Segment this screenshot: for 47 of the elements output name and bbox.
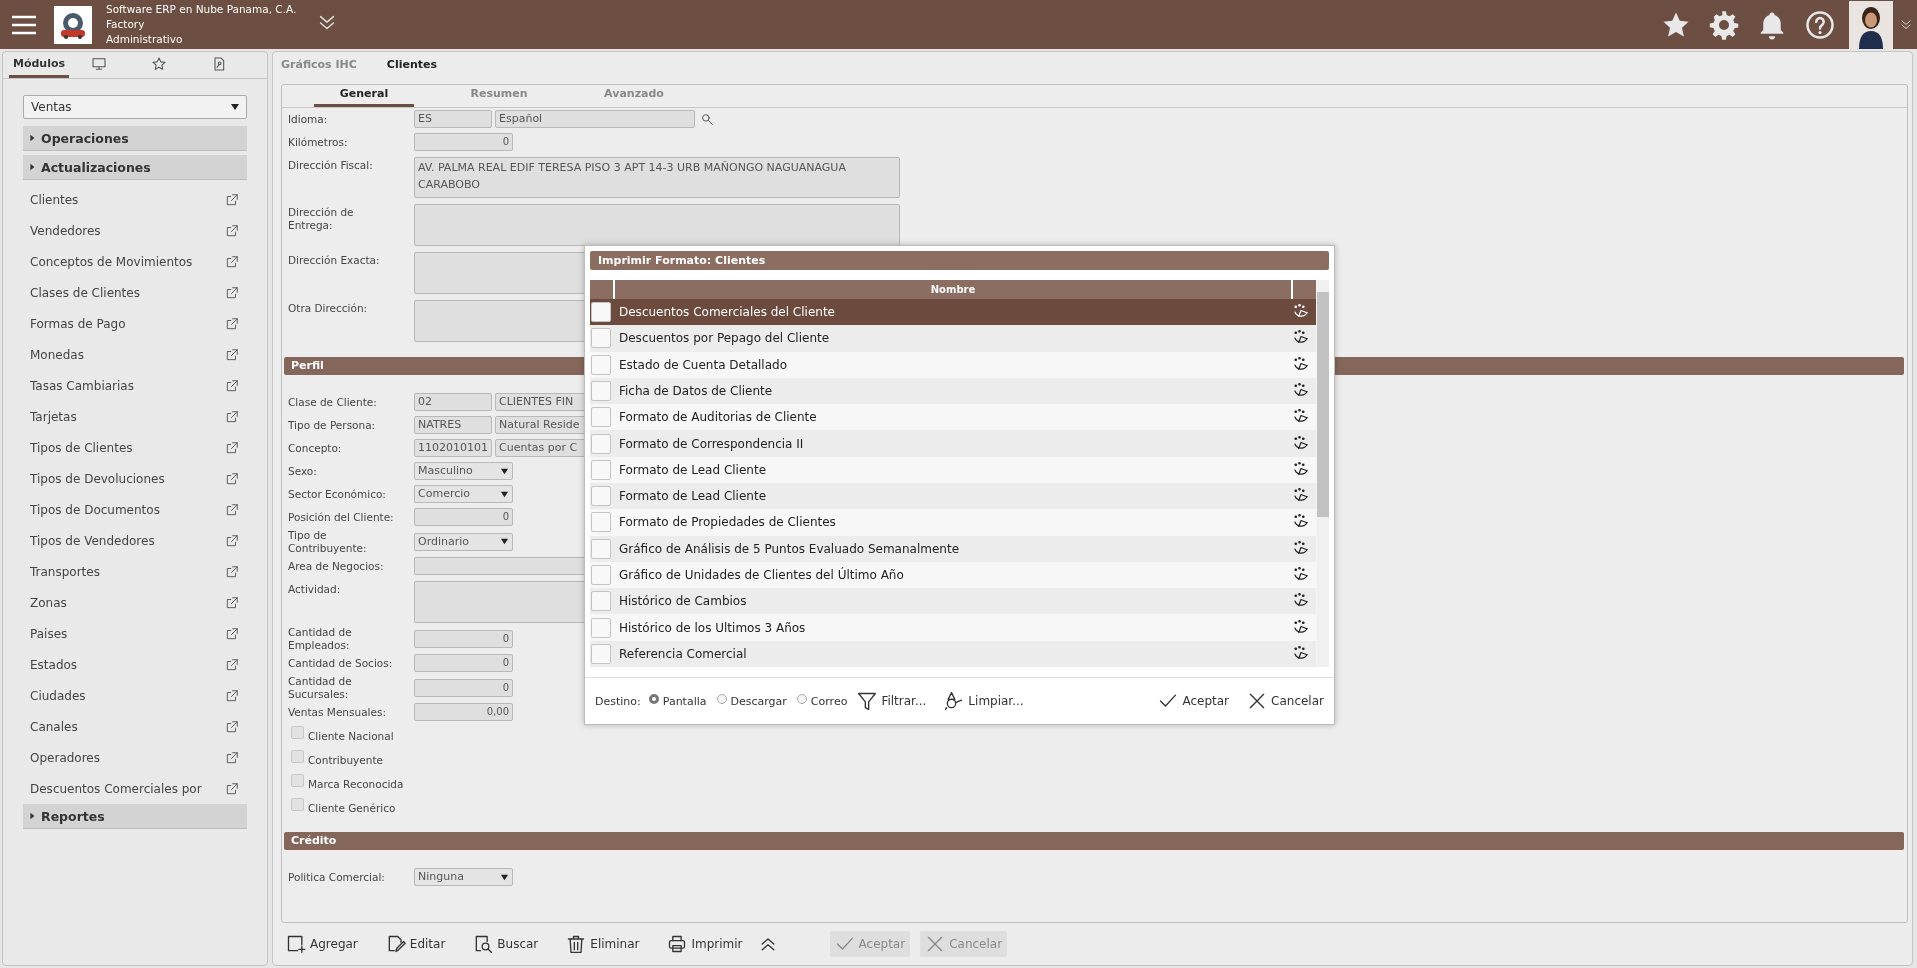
company-title: Software ERP en Nube Panama, C.A.: [106, 2, 297, 17]
format-name: Descuentos por Pepago del Cliente: [619, 331, 831, 346]
field-label: Dirección Fiscal:: [288, 157, 374, 172]
field-label: Sector Económico:: [288, 487, 387, 501]
checkbox-label: Marca Reconocida: [308, 777, 404, 790]
company-title: Factory: [106, 17, 146, 32]
format-name: Formato de Lead Cliente: [619, 462, 768, 477]
format-name: Formato de Auditorias de Cliente: [619, 410, 818, 425]
field-label: Destino:: [595, 694, 641, 708]
format-name: Histórico de Cambios: [619, 594, 748, 609]
field-label: Idioma:: [288, 112, 329, 126]
format-name: Referencia Comercial: [619, 646, 748, 661]
format-name: Gráfico de Análisis de 5 Puntos Evaluado Semanalmente: [619, 541, 961, 556]
format-name: Gráfico de Unidades de Clientes del Último Año: [619, 567, 905, 582]
field-label: Cantidad de Socios:: [288, 656, 394, 670]
checkbox-label: Cliente Genérico: [308, 801, 396, 814]
field-label: Otra Dirección:: [288, 300, 369, 315]
field-label: Tipo de Contribuyente:: [288, 528, 368, 555]
field-label: Concepto:: [288, 441, 343, 455]
checkbox-label: Contribuyente: [308, 753, 383, 766]
field-label: Clase de Cliente:: [288, 395, 378, 409]
format-name: Descuentos Comerciales del Cliente: [619, 305, 836, 320]
checkbox-label: Cliente Nacional: [308, 729, 394, 742]
dialog-title: Imprimir Formato: Clientes: [590, 251, 1329, 270]
section-header: Crédito: [284, 831, 1904, 850]
format-name: Formato de Propiedades de Clientes: [619, 515, 837, 530]
format-name: Estado de Cuenta Detallado: [619, 357, 788, 372]
field-label: Dirección Exacta:: [288, 252, 381, 267]
radio-label: Correo: [810, 694, 848, 708]
field-label: Ventas Mensuales:: [288, 705, 387, 719]
field-label: Cantidad de Empleados:: [288, 625, 353, 652]
field-label: Dirección de Entrega:: [288, 204, 355, 232]
format-name: Formato de Correspondencia II: [619, 436, 805, 451]
field-label: Kilómetros:: [288, 135, 349, 149]
company-title: Administrativo: [106, 32, 184, 47]
field-label: Posición del Cliente:: [288, 510, 395, 524]
field-label: Actividad:: [288, 581, 342, 596]
field-label: Politica Comercial:: [288, 870, 386, 884]
field-label: Sexo:: [288, 464, 318, 478]
field-label: Area de Negocios:: [288, 559, 385, 573]
format-name: Ficha de Datos de Cliente: [619, 384, 774, 398]
field-label: Tipo de Persona:: [288, 418, 377, 432]
radio-label: Pantalla: [662, 694, 707, 708]
format-name: Formato de Lead Cliente: [619, 489, 768, 504]
field-label: Cantidad de Sucursales:: [288, 674, 353, 701]
format-name: Histórico de los Ultimos 3 Años: [619, 620, 807, 635]
radio-label: Descargar: [730, 694, 787, 708]
